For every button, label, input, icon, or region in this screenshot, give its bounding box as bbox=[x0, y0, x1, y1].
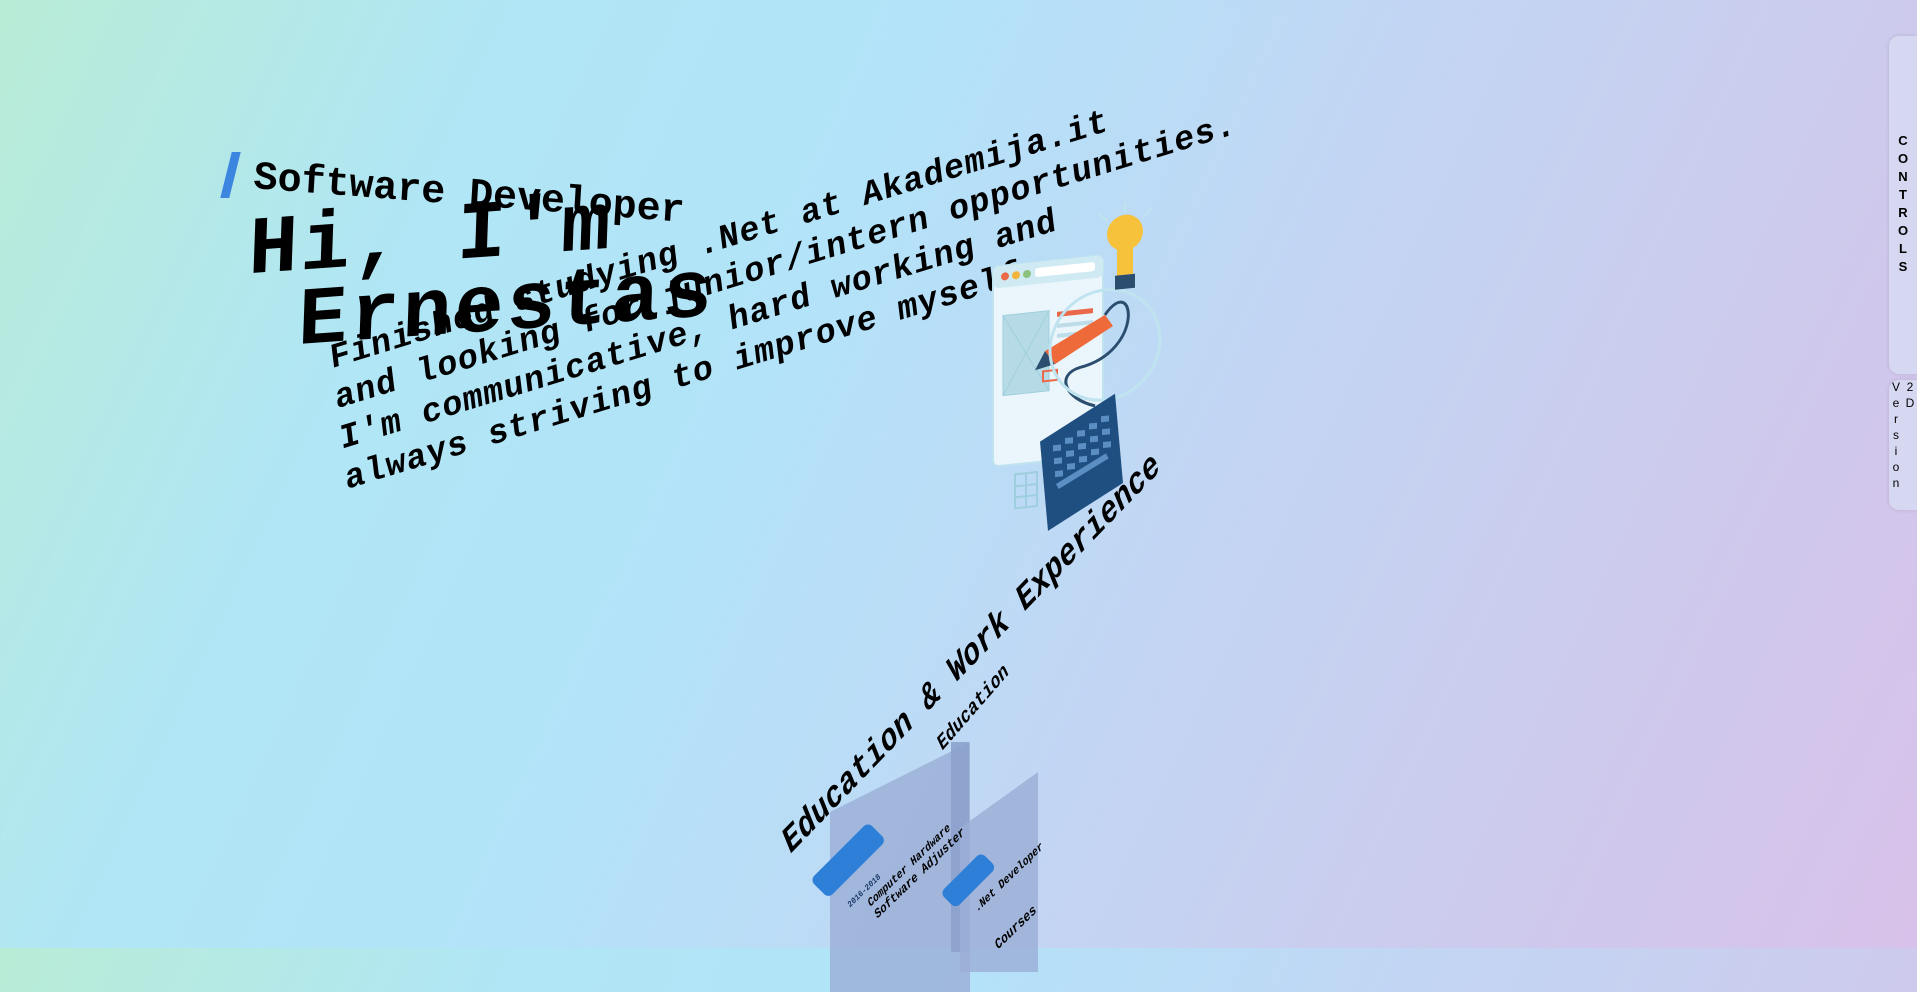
version-toggle-label: 2D Version bbox=[1889, 380, 1917, 492]
version-toggle-button[interactable]: 2D Version bbox=[1889, 380, 1917, 510]
controls-label: CONTROLS bbox=[1895, 133, 1911, 277]
scene-3d: Software Developer Hi, I'm Ernestas Fini… bbox=[0, 0, 1917, 992]
education-section-title: Education & Work Experience bbox=[776, 445, 1168, 863]
role-accent-bar bbox=[220, 152, 241, 198]
controls-toggle-button[interactable]: CONTROLS bbox=[1889, 36, 1917, 374]
lightbulb-graphic bbox=[1098, 202, 1152, 290]
